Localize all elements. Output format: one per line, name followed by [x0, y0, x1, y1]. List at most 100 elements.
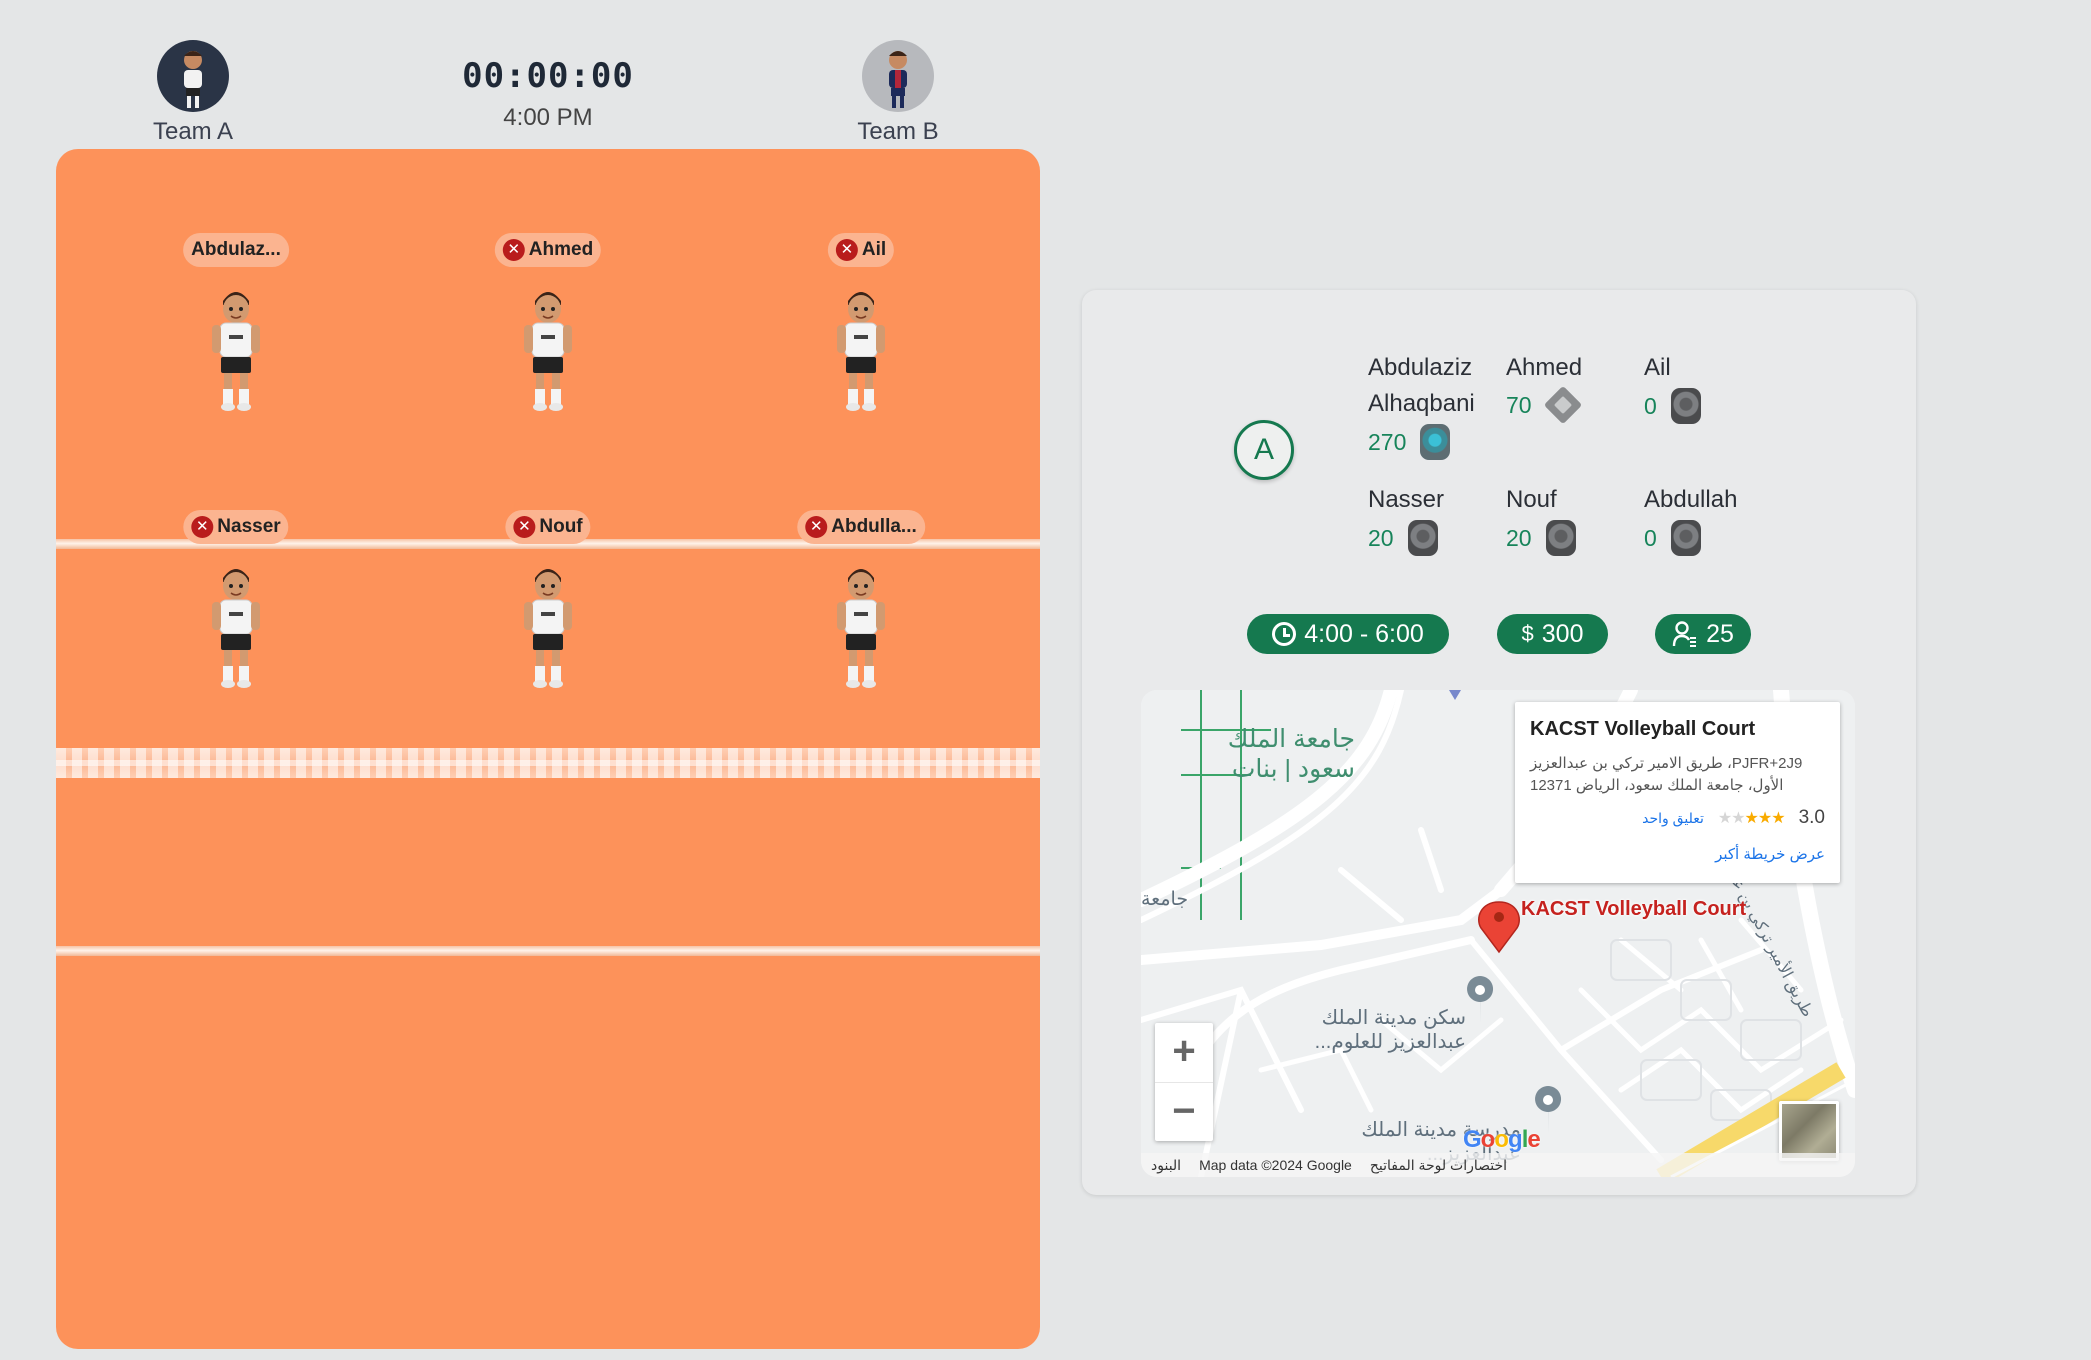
- member-score: 0: [1644, 524, 1657, 551]
- player-slot[interactable]: ✕ Ahmed: [463, 233, 633, 413]
- google-logo: Google: [1463, 1126, 1541, 1153]
- team-a[interactable]: Team A: [113, 40, 273, 146]
- player-slot[interactable]: ✕ Abdulla...: [776, 510, 946, 690]
- timer-value: 00:00:00: [462, 56, 634, 96]
- player-slot[interactable]: Abdulaz...: [151, 233, 321, 413]
- remove-player-icon[interactable]: ✕: [835, 239, 858, 261]
- player-name-tag: ✕ Nasser: [183, 510, 289, 544]
- roster-member[interactable]: Ail 0: [1644, 350, 1774, 424]
- player-figure-icon: [524, 569, 572, 688]
- team-b-name: Team B: [857, 118, 939, 145]
- player-name: Nasser: [217, 516, 281, 537]
- player-name-tag: ✕ Nouf: [505, 510, 591, 544]
- volleyball-court: Abdulaz... ✕ Ahmed ✕ Ail ✕ Nasser ✕ Nouf ✕ Abdulla…: [56, 149, 1040, 1349]
- price-pill: $ 300: [1497, 614, 1608, 654]
- price-value: 300: [1541, 619, 1584, 648]
- team-badge[interactable]: A: [1234, 420, 1294, 480]
- player-slot[interactable]: ✕ Ail: [776, 233, 946, 413]
- iron-rank-icon: [1545, 520, 1576, 556]
- capacity-value: 25: [1706, 619, 1734, 648]
- housing-label: سكن مدينة الملك عبدالعزيز للعلوم...: [1314, 1007, 1466, 1053]
- player-avatar-icon: [184, 51, 202, 108]
- roster-member[interactable]: Ahmed 70: [1506, 350, 1636, 425]
- diamond-rank-icon: [1420, 424, 1451, 460]
- people-icon: [1672, 621, 1697, 647]
- roster-member[interactable]: Nasser 20: [1368, 482, 1498, 556]
- team-b[interactable]: Team B: [818, 40, 978, 146]
- player-name: Nouf: [539, 516, 583, 537]
- player-name: Abdulaz...: [191, 239, 281, 260]
- roster-member[interactable]: Nouf 20: [1506, 482, 1636, 556]
- roster-member[interactable]: Abdulaziz Alhaqbani 270: [1368, 350, 1498, 460]
- member-name: Ail: [1644, 354, 1671, 381]
- member-score-row: 20: [1368, 520, 1498, 556]
- keyboard-shortcuts-link[interactable]: اختصارات لوحة المفاتيح: [1370, 1157, 1507, 1174]
- player-figure-icon: [837, 292, 885, 411]
- time-pill: 4:00 - 6:00: [1247, 614, 1449, 654]
- member-score-row: 20: [1506, 520, 1636, 556]
- place-address: PJFR+2J9، طريق الامير تركي بن عبدالعزيز …: [1530, 755, 1803, 794]
- terms-link[interactable]: البنود: [1151, 1157, 1181, 1174]
- member-name: Nasser: [1368, 486, 1445, 513]
- match-timer: 00:00:00 4:00 PM: [448, 56, 648, 132]
- player-name: Ail: [861, 239, 887, 260]
- player-slot[interactable]: ✕ Nasser: [151, 510, 321, 690]
- dollar-icon: $: [1521, 621, 1534, 646]
- member-score: 20: [1506, 524, 1532, 551]
- player-name-tag: ✕ Ahmed: [494, 233, 602, 267]
- player-figure-icon: [212, 569, 260, 688]
- player-figure-icon: [524, 292, 572, 411]
- place-rating: تعليق واحد ★★★★★ 3.0: [1530, 807, 1825, 829]
- map-data-text: Map data ©2024 Google: [1199, 1157, 1352, 1173]
- member-score: 20: [1368, 524, 1394, 551]
- member-score-row: 270: [1368, 424, 1498, 460]
- time-range: 4:00 - 6:00: [1304, 619, 1424, 648]
- player-figure-icon: [212, 292, 260, 411]
- member-name: Ahmed: [1506, 354, 1583, 381]
- member-name: Abdulaziz Alhaqbani: [1368, 354, 1475, 417]
- rating-score: 3.0: [1798, 807, 1825, 828]
- member-score: 70: [1506, 391, 1532, 418]
- remove-player-icon[interactable]: ✕: [513, 516, 536, 538]
- silver-rank-icon: [1543, 385, 1582, 425]
- player-name: Abdulla...: [831, 516, 917, 537]
- member-score-row: 0: [1644, 520, 1774, 556]
- location-map[interactable]: جامعة الملك سعود | بنات جامعة سكن مدينة …: [1141, 690, 1855, 1177]
- iron-rank-icon: [1670, 520, 1701, 556]
- place-title: KACST Volleyball Court: [1530, 718, 1756, 740]
- attack-line-bottom: [56, 946, 1040, 956]
- member-score-row: 70: [1506, 385, 1636, 425]
- start-time: 4:00 PM: [503, 104, 593, 131]
- team-b-avatar[interactable]: [862, 40, 934, 112]
- roster-member[interactable]: Abdullah 0: [1644, 482, 1774, 556]
- player-slot[interactable]: ✕ Nouf: [463, 510, 633, 690]
- place-info-card: KACST Volleyball Court PJFR+2J9، طريق ال…: [1515, 702, 1840, 883]
- player-name: Ahmed: [528, 239, 594, 260]
- player-name-tag: ✕ Ail: [827, 233, 895, 267]
- zoom-out-button[interactable]: −: [1155, 1082, 1213, 1141]
- remove-player-icon[interactable]: ✕: [191, 516, 214, 538]
- player-name-tag: Abdulaz...: [183, 233, 289, 267]
- remove-player-icon[interactable]: ✕: [502, 239, 525, 261]
- player-figure-icon: [837, 569, 885, 688]
- reviews-link[interactable]: تعليق واحد: [1642, 810, 1704, 827]
- capacity-pill: 25: [1655, 614, 1751, 654]
- match-details-card: A Abdulaziz Alhaqbani 270 Ahmed 70 Ail 0 Nasse…: [1082, 290, 1916, 1195]
- member-name: Abdullah: [1644, 486, 1738, 513]
- team-a-name: Team A: [152, 118, 234, 145]
- university-short-label: جامعة: [1141, 889, 1189, 910]
- remove-player-icon[interactable]: ✕: [805, 516, 828, 538]
- zoom-control: + −: [1155, 1023, 1213, 1141]
- zoom-in-button[interactable]: +: [1155, 1023, 1213, 1082]
- university-label: جامعة الملك سعود | بنات: [1227, 725, 1355, 783]
- team-a-avatar[interactable]: [157, 40, 229, 112]
- court-net: [56, 748, 1040, 778]
- court-pin-label[interactable]: KACST Volleyball Court: [1521, 898, 1746, 921]
- satellite-toggle-button[interactable]: [1779, 1101, 1839, 1161]
- member-score: 0: [1644, 392, 1657, 419]
- view-larger-map-link[interactable]: عرض خريطة أكبر: [1530, 845, 1825, 863]
- map-attribution: البنود Map data ©2024 Google اختصارات لو…: [1141, 1153, 1855, 1177]
- iron-rank-icon: [1407, 520, 1438, 556]
- member-score-row: 0: [1644, 388, 1774, 424]
- star-rating-icon: ★★★★★: [1717, 810, 1786, 827]
